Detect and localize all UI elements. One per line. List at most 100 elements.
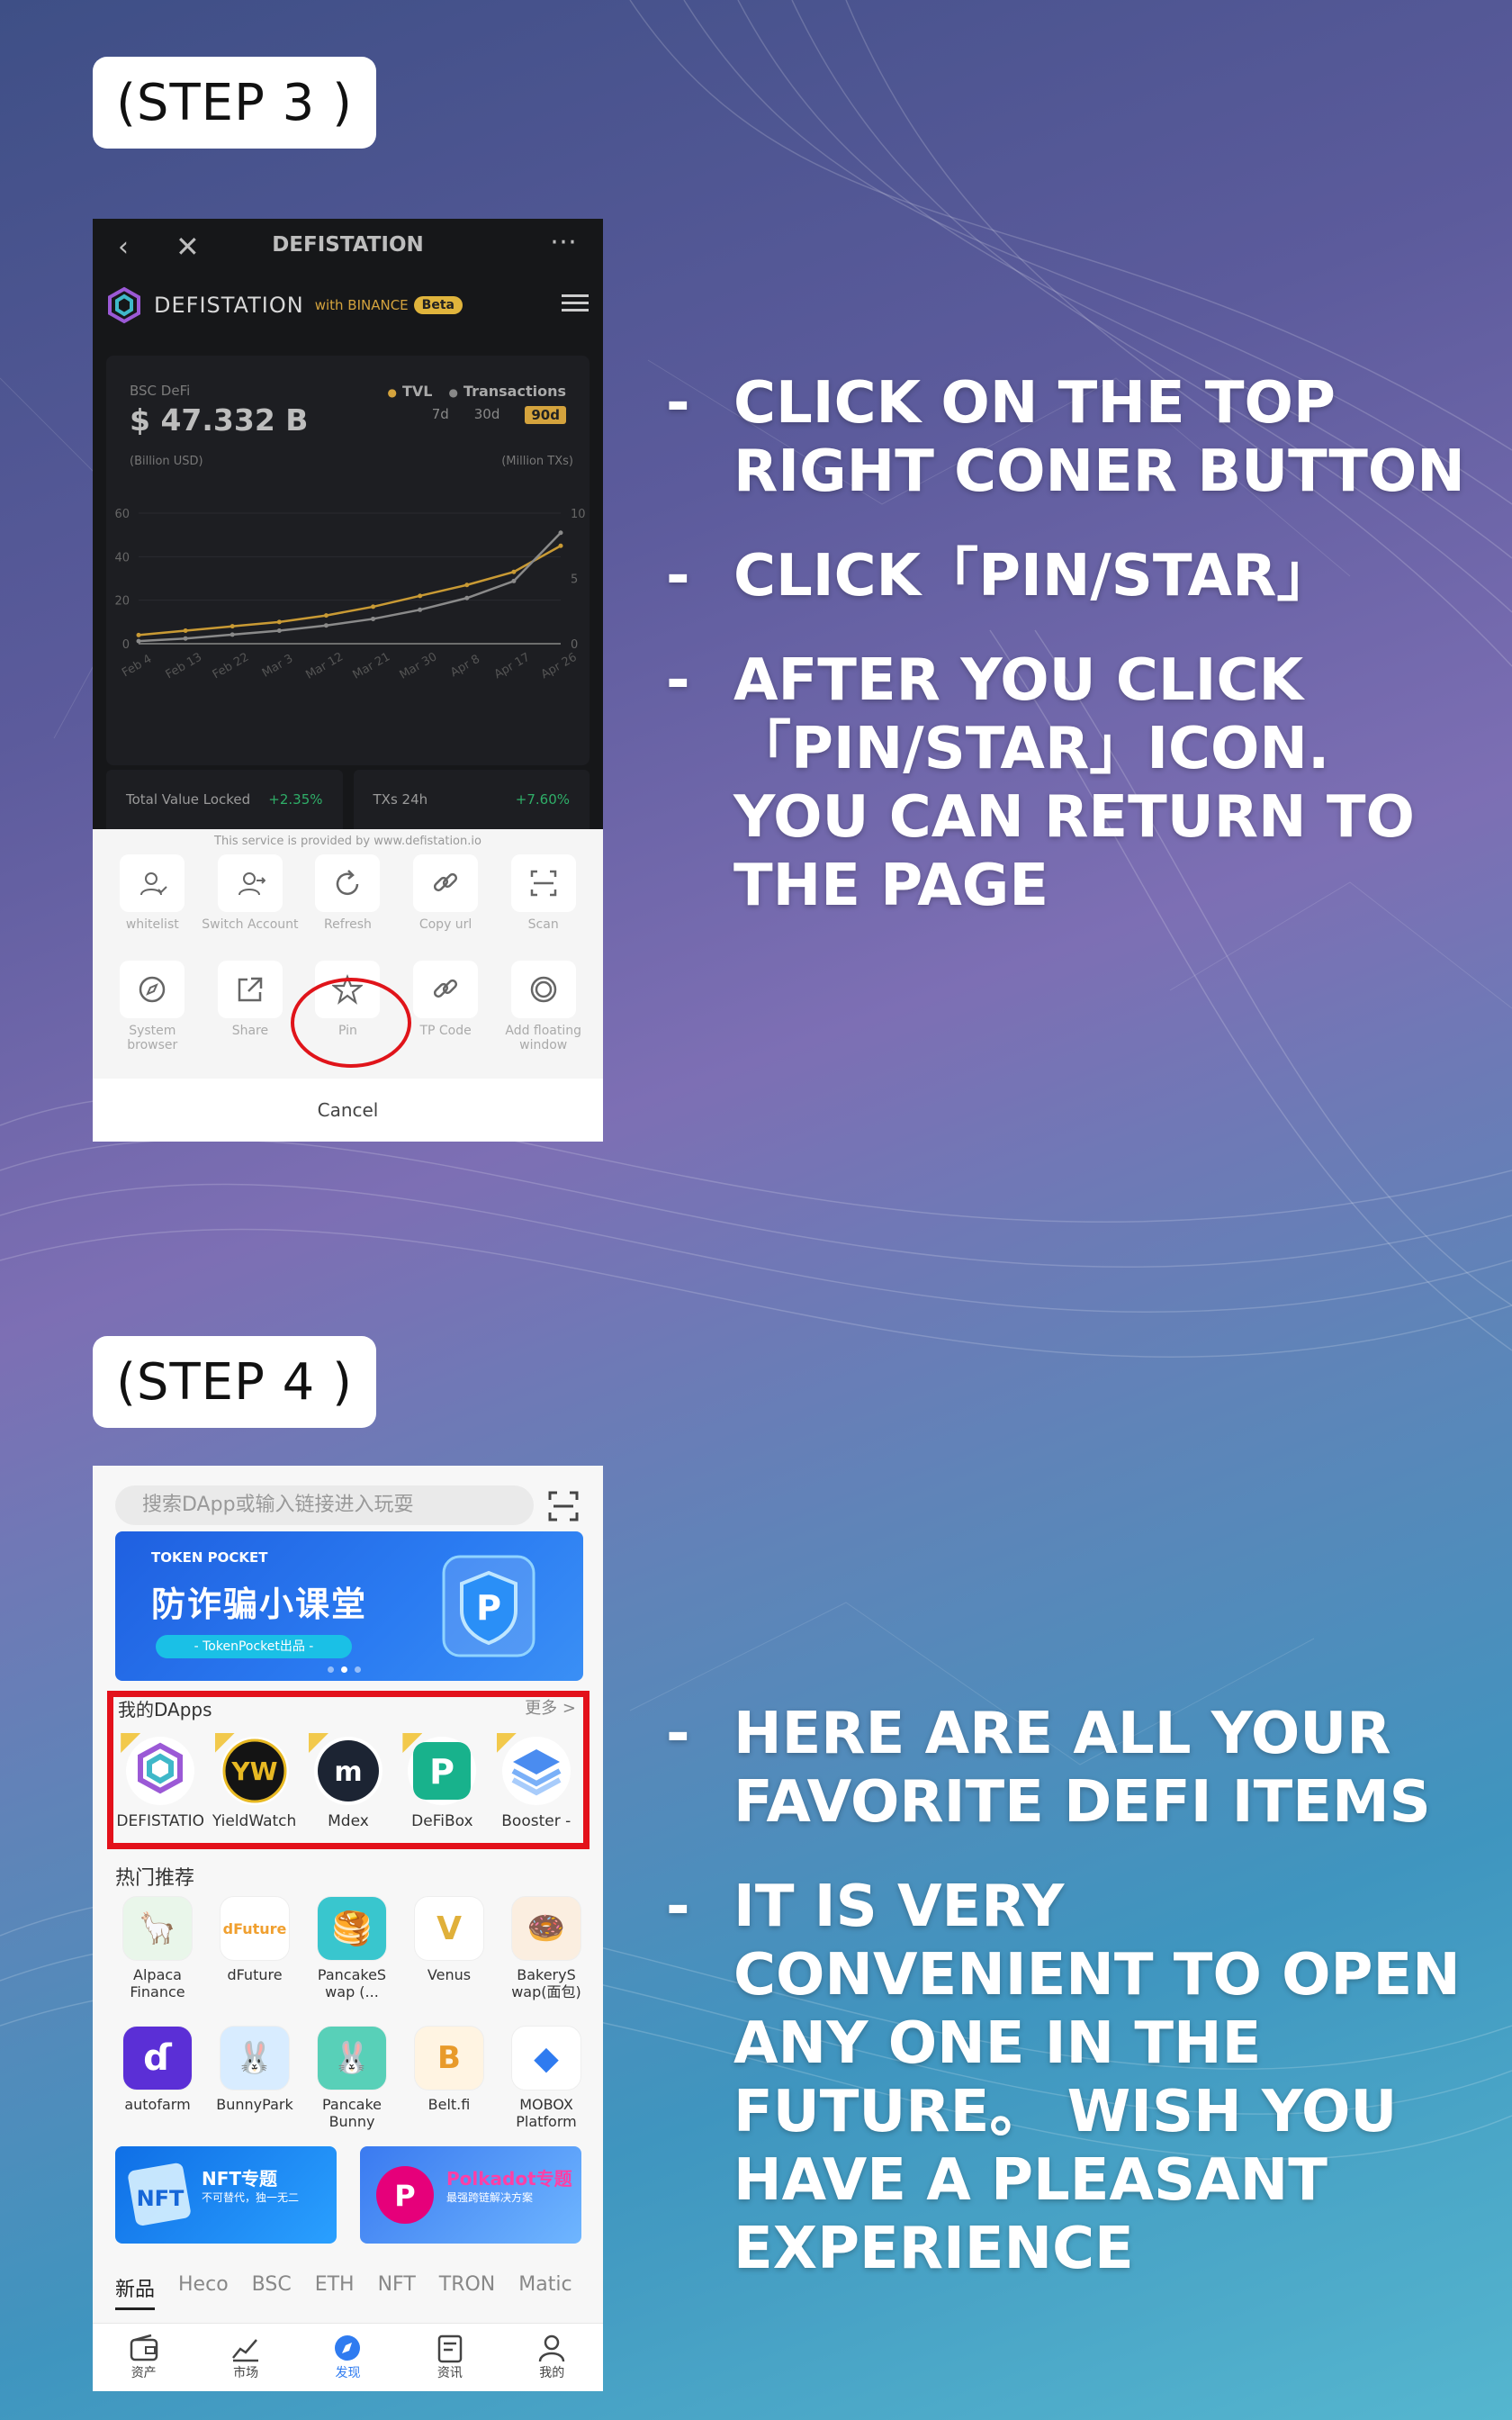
action-label: TP Code: [419, 1024, 472, 1038]
hot-dapp-item[interactable]: 🥞 PancakeS wap (...: [303, 1896, 400, 2017]
legend-transactions: Transactions: [448, 383, 566, 400]
profile-icon: [539, 2334, 565, 2362]
nav-item[interactable]: 发现: [331, 2324, 364, 2391]
action-copy-url[interactable]: Copy url: [397, 854, 495, 953]
data-point-tvl: [230, 624, 235, 629]
dapp-icon: V: [414, 1896, 484, 1961]
hot-dapp-item[interactable]: 🍩 BakeryS wap(面包): [498, 1896, 595, 2017]
hot-dapp-item[interactable]: 🐰 BunnyPark: [206, 2026, 303, 2146]
promo-title: NFT专题: [202, 2168, 278, 2190]
dapp-label: Booster -: [501, 1812, 572, 1830]
dapp-label: BakeryS wap(面包): [511, 1966, 581, 2000]
y-tick-label-right: 0: [571, 638, 578, 652]
chart-legend: TVL Transactions: [387, 383, 566, 400]
site-brand: DEFISTATION: [154, 292, 304, 318]
action-whitelist[interactable]: whitelist: [104, 854, 202, 953]
nav-label: 资产: [130, 2366, 157, 2380]
hot-dapp-item[interactable]: dFuture dFuture: [206, 1896, 303, 2017]
data-point-transactions: [323, 623, 328, 628]
category-tab[interactable]: BSC: [252, 2273, 292, 2310]
dapp-icon: dFuture: [220, 1896, 290, 1961]
my-dapp-item[interactable]: DEFISTATIO: [115, 1733, 205, 1830]
x-tick-label: Mar 3: [260, 652, 295, 680]
category-tab[interactable]: Heco: [178, 2273, 229, 2310]
dapp-icon: B: [414, 2026, 484, 2090]
category-tab[interactable]: NFT: [378, 2273, 416, 2310]
category-tab[interactable]: 新品: [115, 2273, 156, 2310]
polkadot-promo-card[interactable]: P Polkadot专题 最强跨链解决方案: [360, 2146, 581, 2244]
polkadot-icon: P: [376, 2166, 434, 2224]
dapp-label: Venus: [427, 1966, 472, 1983]
dapp-icon: [126, 1737, 195, 1805]
nav-item[interactable]: 资产: [128, 2324, 160, 2391]
my-dapps-more-link[interactable]: 更多 >: [525, 1695, 576, 1719]
action-icon-box: [510, 854, 576, 912]
action-icon-box: [413, 854, 479, 912]
my-dapp-item[interactable]: YW YieldWatch: [210, 1733, 300, 1830]
scan-icon: [530, 870, 556, 897]
scan-icon[interactable]: [548, 1491, 579, 1522]
svg-text:NFT: NFT: [137, 2186, 184, 2211]
action-add-floating-window[interactable]: Add floating window: [494, 961, 592, 1060]
link-icon: [434, 872, 458, 892]
data-point-transactions: [371, 616, 376, 621]
y-tick-label-right: 5: [571, 573, 578, 587]
category-tab[interactable]: Matic: [518, 2273, 572, 2310]
hot-dapp-item[interactable]: ɗ autofarm: [109, 2026, 206, 2146]
action-share[interactable]: Share: [202, 961, 300, 1060]
hot-dapp-item[interactable]: ◆ MOBOX Platform: [498, 2026, 595, 2146]
step-4-instructions: - HERE ARE ALL YOUR FAVORITE DEFI ITEMS -…: [666, 1700, 1476, 2319]
category-tab[interactable]: TRON: [439, 2273, 496, 2310]
my-dapp-item[interactable]: m Mdex: [303, 1733, 393, 1830]
action-scan[interactable]: Scan: [494, 854, 592, 953]
search-input[interactable]: 搜索DApp或输入链接进入玩耍: [115, 1485, 534, 1525]
x-tick-label: Apr 17: [492, 651, 533, 682]
action-label: Scan: [527, 917, 559, 932]
period-tab[interactable]: 30d: [474, 406, 500, 424]
close-icon[interactable]: ✕: [176, 230, 200, 264]
hot-dapp-item[interactable]: 🦙 Alpaca Finance: [109, 1896, 206, 2017]
nav-label: 市场: [233, 2366, 259, 2380]
promo-banner[interactable]: TOKEN POCKET 防诈骗小课堂 - TokenPocket出品 - P: [115, 1531, 583, 1681]
promo-subtitle: 最强跨链解决方案: [446, 2191, 534, 2204]
step-3-label: (STEP 3 ): [93, 57, 376, 149]
series-line-transactions: [138, 531, 562, 643]
wallet-icon: [130, 2334, 158, 2361]
category-tab[interactable]: ETH: [315, 2273, 355, 2310]
action-label: Add floating window: [505, 1024, 582, 1052]
hot-dapp-item[interactable]: B Belt.fi: [400, 2026, 498, 2146]
action-icon-box: [510, 961, 576, 1018]
instruction-item: - AFTER YOU CLICK 「PIN/STAR」ICON. YOU CAN…: [666, 647, 1415, 919]
action-icon-box: [217, 961, 283, 1018]
data-point-transactions: [558, 530, 563, 536]
data-point-transactions: [183, 636, 188, 641]
my-dapp-item[interactable]: P DeFiBox: [397, 1733, 487, 1830]
action-tp-code[interactable]: TP Code: [397, 961, 495, 1060]
nav-item[interactable]: 我的: [536, 2324, 568, 2391]
nft-promo-card[interactable]: NFT NFT专题 不可替代，独一无二: [115, 2146, 337, 2244]
phone-screenshot-tokenpocket: 搜索DApp或输入链接进入玩耍 TOKEN POCKET 防诈骗小课堂 - To…: [93, 1466, 603, 2391]
nav-item[interactable]: 资讯: [434, 2324, 466, 2391]
cancel-button[interactable]: Cancel: [93, 1079, 603, 1142]
my-dapp-item[interactable]: Booster -: [491, 1733, 581, 1830]
stat-change: +7.60%: [515, 791, 570, 808]
action-system-browser[interactable]: System browser: [104, 961, 202, 1060]
nav-item[interactable]: 市场: [230, 2324, 262, 2391]
my-dapps-row: DEFISTATIO YW YieldWatch m Mdex P DeFiBox Boost…: [113, 1733, 583, 1830]
hot-dapp-item[interactable]: 🐰 Pancake Bunny: [303, 2026, 400, 2146]
x-tick-label: Feb 22: [211, 651, 251, 682]
back-icon[interactable]: ‹: [118, 231, 129, 263]
instruction-item: - CLICK「PIN/STAR」: [666, 543, 1335, 610]
switch-user-icon: [238, 872, 266, 896]
period-tab[interactable]: 7d: [432, 406, 449, 424]
hot-dapp-item[interactable]: V Venus: [400, 1896, 498, 2017]
share-icon: [238, 977, 263, 1002]
action-label: Copy url: [418, 917, 472, 932]
period-tab[interactable]: 90d: [525, 406, 566, 424]
compass-icon: [335, 2335, 361, 2361]
hamburger-menu-icon[interactable]: [562, 294, 589, 316]
action-switch-account[interactable]: Switch Account: [202, 854, 300, 953]
more-options-icon[interactable]: ⋯: [550, 226, 578, 257]
data-point-tvl: [323, 613, 328, 619]
action-refresh[interactable]: Refresh: [299, 854, 397, 953]
